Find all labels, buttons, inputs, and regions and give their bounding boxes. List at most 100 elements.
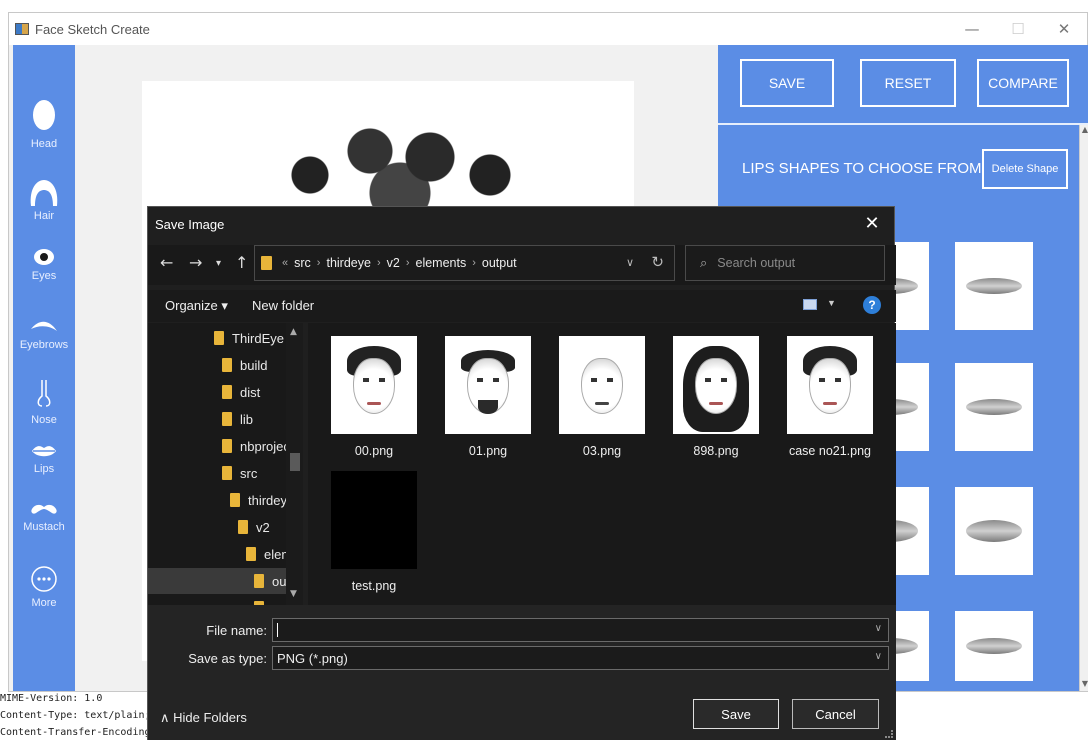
tree-item[interactable] <box>254 595 272 605</box>
sidebar-item-more[interactable]: More <box>13 565 75 609</box>
tree-item[interactable]: v2 <box>238 514 270 540</box>
file-name: 03.png <box>582 444 622 458</box>
sidebar-item-eyes[interactable]: Eyes <box>13 248 75 282</box>
file-item[interactable]: test.png <box>324 471 424 593</box>
file-name: 898.png <box>693 444 739 458</box>
breadcrumb-item[interactable]: thirdeye <box>326 256 370 270</box>
app-icon <box>15 23 29 35</box>
compare-button[interactable]: COMPARE <box>977 59 1069 107</box>
window-controls: — ☐ ✕ <box>949 13 1087 45</box>
sidebar-item-mustache[interactable]: Mustach <box>13 503 75 533</box>
tree-item[interactable]: dist <box>222 379 260 405</box>
save-button[interactable]: SAVE <box>740 59 834 107</box>
tree-item[interactable]: lib <box>222 406 253 432</box>
mouth-sketch <box>595 402 609 405</box>
tree-item[interactable]: src <box>222 460 257 486</box>
file-name-field[interactable]: ∨ <box>272 618 889 642</box>
resize-grip-icon[interactable] <box>885 730 893 738</box>
maximize-button[interactable]: ☐ <box>995 13 1041 45</box>
organize-button[interactable]: Organize ▾ <box>165 298 228 314</box>
dialog-cancel-button[interactable]: Cancel <box>792 699 879 729</box>
dialog-close-icon[interactable]: ✕ <box>858 211 886 237</box>
breadcrumb-item[interactable]: elements <box>416 256 467 270</box>
mouth-sketch <box>709 402 723 405</box>
sidebar-item-label: Mustach <box>23 521 65 533</box>
up-icon[interactable]: ↑ <box>235 253 248 272</box>
dialog-save-button[interactable]: Save <box>693 699 779 729</box>
save-type-value: PNG (*.png) <box>277 650 348 666</box>
tree-item[interactable]: thirdeye <box>230 487 294 513</box>
recent-locations-icon[interactable]: ▾ <box>216 258 221 269</box>
forward-icon[interactable]: → <box>189 253 202 272</box>
panel-scrollbar[interactable]: ▲ ▼ <box>1079 125 1088 691</box>
tree-item[interactable]: build <box>222 352 267 378</box>
file-item[interactable]: 01.png <box>438 336 538 458</box>
search-input[interactable] <box>717 256 868 270</box>
delete-shape-button[interactable]: Delete Shape <box>982 149 1068 189</box>
tree-item[interactable]: nbprojec <box>222 433 290 459</box>
file-name: test.png <box>351 579 397 593</box>
view-dropdown-icon[interactable]: ▼ <box>827 298 836 308</box>
folder-icon <box>238 520 248 534</box>
folder-icon <box>222 358 232 372</box>
file-item[interactable]: 00.png <box>324 336 424 458</box>
minimize-button[interactable]: — <box>949 13 995 45</box>
eyes-sketch <box>591 378 613 382</box>
breadcrumb-item[interactable]: src <box>294 256 311 270</box>
dialog-footer: File name: ∨ Save as type: PNG (*.png) ∨… <box>148 605 896 740</box>
lip-shape-tile[interactable] <box>955 242 1033 330</box>
view-icon[interactable] <box>803 299 817 310</box>
new-folder-button[interactable]: New folder <box>252 298 314 313</box>
title-bar: Face Sketch Create — ☐ ✕ <box>9 13 1087 45</box>
lip-shape <box>966 399 1022 415</box>
tree-item-label: lib <box>240 411 254 427</box>
sidebar-item-eyebrows[interactable]: Eyebrows <box>13 317 75 351</box>
folder-icon <box>246 547 256 561</box>
dialog-toolbar: Organize ▾ New folder ▼ ? <box>148 290 896 322</box>
sidebar-item-hair[interactable]: Hair <box>13 180 75 222</box>
lip-shape-tile[interactable] <box>955 611 1033 681</box>
hide-folders-label: Hide Folders <box>173 710 247 725</box>
breadcrumb-overflow[interactable]: « <box>282 257 288 269</box>
scroll-down-icon[interactable]: ▼ <box>290 589 297 599</box>
sidebar-item-lips[interactable]: Lips <box>13 443 75 475</box>
refresh-icon[interactable]: ↻ <box>651 253 664 271</box>
address-bar[interactable]: « src › thirdeye › v2 › elements › outpu… <box>254 245 675 281</box>
back-icon[interactable]: ← <box>160 253 173 272</box>
file-item[interactable]: case no21.png <box>780 336 880 458</box>
tree-item-selected[interactable]: out <box>148 568 290 594</box>
folder-icon <box>261 256 272 270</box>
tree-item-label: dist <box>240 384 261 400</box>
chevron-down-icon[interactable]: ∨ <box>875 623 882 634</box>
chevron-up-icon: ∧ <box>160 710 170 725</box>
folder-icon <box>222 412 232 426</box>
lip-shape-tile[interactable] <box>955 363 1033 451</box>
breadcrumb-item[interactable]: output <box>482 256 517 270</box>
scrollbar-thumb[interactable] <box>290 453 300 471</box>
dialog-title: Save Image <box>155 217 225 232</box>
file-name-label: File name: <box>206 623 267 638</box>
tree-scrollbar[interactable]: ▲ ▼ <box>286 323 303 605</box>
hide-folders-button[interactable]: ∧ Hide Folders <box>160 710 247 726</box>
close-button[interactable]: ✕ <box>1041 13 1087 45</box>
sidebar-item-head[interactable]: Head <box>13 100 75 150</box>
save-type-select[interactable]: PNG (*.png) ∨ <box>272 646 889 670</box>
scroll-up-icon[interactable]: ▲ <box>1080 125 1088 137</box>
search-box[interactable]: ⌕ <box>685 245 885 281</box>
file-item[interactable]: 03.png <box>552 336 652 458</box>
chevron-down-icon[interactable]: ∨ <box>626 256 634 269</box>
help-icon[interactable]: ? <box>863 296 881 314</box>
more-icon <box>31 566 57 592</box>
lip-shape-tile[interactable] <box>955 487 1033 575</box>
eyes-sketch <box>705 378 727 382</box>
breadcrumb-item[interactable]: v2 <box>387 256 400 270</box>
tree-item-label: ThirdEye v <box>232 330 295 346</box>
scroll-down-icon[interactable]: ▼ <box>1080 679 1088 691</box>
scroll-up-icon[interactable]: ▲ <box>290 327 297 337</box>
reset-button[interactable]: RESET <box>860 59 956 107</box>
file-thumbnail <box>559 336 645 434</box>
chevron-down-icon[interactable]: ∨ <box>875 651 882 662</box>
tree-item[interactable]: ThirdEye v <box>214 325 294 351</box>
file-item[interactable]: 898.png <box>666 336 766 458</box>
sidebar-item-nose[interactable]: Nose <box>13 378 75 426</box>
